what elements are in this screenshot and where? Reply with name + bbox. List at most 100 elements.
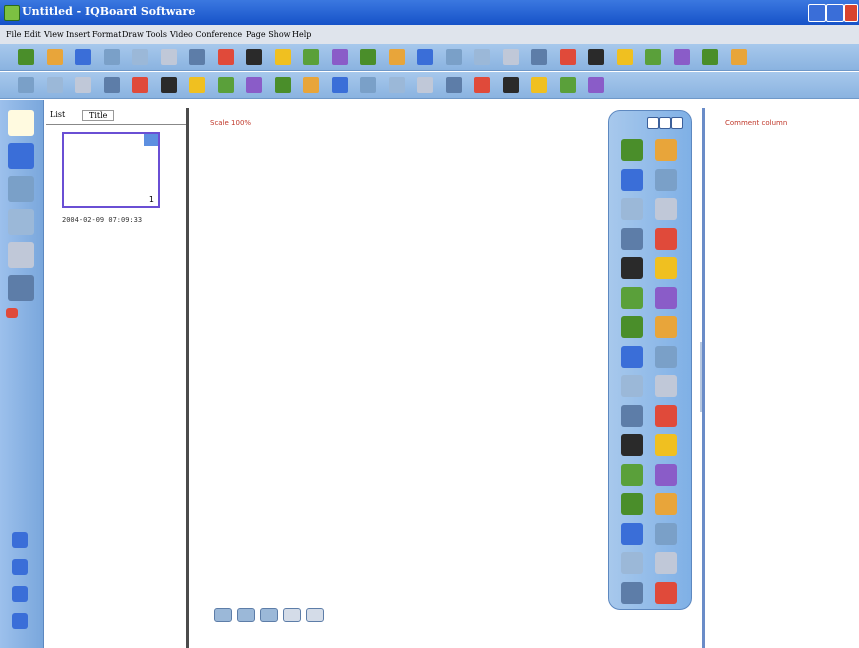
zoom-in-icon[interactable] xyxy=(246,49,262,65)
select-arrow-icon[interactable] xyxy=(621,139,643,161)
cut-icon[interactable] xyxy=(160,49,177,65)
settings-icon[interactable] xyxy=(673,49,690,65)
green-icon[interactable] xyxy=(702,49,718,65)
iq-logo-icon[interactable] xyxy=(655,581,677,604)
print-icon[interactable] xyxy=(655,522,677,545)
camera-icon[interactable] xyxy=(655,463,677,486)
exit-icon[interactable] xyxy=(730,49,747,65)
menu-file[interactable]: File xyxy=(6,30,21,39)
menu-help[interactable]: Help xyxy=(292,30,311,39)
menu-format[interactable]: Format xyxy=(92,30,121,39)
pen-gray-icon[interactable] xyxy=(621,227,643,250)
math-tool-icon[interactable] xyxy=(559,77,576,93)
black-screen-icon[interactable] xyxy=(621,493,643,515)
save-icon[interactable] xyxy=(75,49,91,65)
back-icon[interactable] xyxy=(655,493,677,515)
maximize-button[interactable] xyxy=(826,4,844,22)
record-icon[interactable] xyxy=(531,49,547,65)
bar-chart-icon[interactable] xyxy=(655,345,677,368)
back-icon[interactable] xyxy=(588,49,604,65)
pen-icon[interactable] xyxy=(502,49,519,65)
add-page-button[interactable] xyxy=(306,608,324,622)
fill-icon[interactable] xyxy=(621,404,643,427)
settings-icon[interactable] xyxy=(621,522,643,545)
next-page-button[interactable] xyxy=(260,608,278,622)
previous-page-icon[interactable] xyxy=(331,49,348,65)
previous-page-button[interactable] xyxy=(237,608,255,622)
tools-icon[interactable] xyxy=(645,49,661,65)
resource-icon[interactable] xyxy=(621,345,643,368)
screen-shot-icon[interactable] xyxy=(559,49,576,65)
signature-icon[interactable] xyxy=(588,77,604,93)
comment-column[interactable]: Comment column xyxy=(702,108,859,648)
zoom-icon[interactable] xyxy=(303,49,319,65)
pen-red-icon[interactable] xyxy=(160,77,177,93)
menu-draw[interactable]: Draw xyxy=(122,30,144,39)
screen-capture-icon[interactable] xyxy=(621,375,643,397)
disk-icon[interactable] xyxy=(621,581,643,604)
close-button[interactable] xyxy=(844,4,858,22)
magnet-icon[interactable] xyxy=(8,242,34,268)
library-icon[interactable] xyxy=(8,176,34,202)
next-page-icon[interactable] xyxy=(360,49,376,65)
fill-icon[interactable] xyxy=(531,77,547,93)
floatbar-minimize-icon[interactable] xyxy=(647,117,659,129)
shape-icon[interactable] xyxy=(331,77,348,93)
exit-icon[interactable] xyxy=(655,552,677,574)
pen-thin-icon[interactable] xyxy=(189,77,205,93)
thumbnail-menu-icon[interactable] xyxy=(144,134,158,146)
minimize-button[interactable] xyxy=(808,4,826,22)
image-icon[interactable] xyxy=(621,316,643,338)
menu-edit[interactable]: Edit xyxy=(24,30,41,39)
undo-icon[interactable] xyxy=(621,168,643,191)
text-icon[interactable] xyxy=(655,375,677,397)
menu-video-conference[interactable]: Video Conference xyxy=(170,30,242,39)
resource-icon[interactable] xyxy=(417,77,433,93)
menu-tools[interactable]: Tools xyxy=(146,30,167,39)
redo-icon[interactable] xyxy=(103,77,120,93)
first-page-button[interactable] xyxy=(214,608,232,622)
arrow-left-icon[interactable] xyxy=(6,308,18,318)
floatbar-close-icon[interactable] xyxy=(671,117,683,129)
fit-screen-icon[interactable] xyxy=(417,49,433,65)
fullscreen-icon[interactable] xyxy=(445,49,462,65)
math-tool-icon[interactable] xyxy=(655,404,677,427)
menu-insert[interactable]: Insert xyxy=(66,30,90,39)
pen-blue-icon[interactable] xyxy=(621,198,643,220)
pen-red-icon[interactable] xyxy=(655,198,677,220)
eraser-icon[interactable] xyxy=(274,77,291,93)
paste-icon[interactable] xyxy=(217,49,234,65)
last-page-button[interactable] xyxy=(283,608,301,622)
gallery-icon[interactable] xyxy=(8,209,34,235)
spotlight-icon[interactable] xyxy=(621,434,643,456)
record-icon[interactable] xyxy=(621,463,643,486)
open-folder-icon[interactable] xyxy=(46,49,63,65)
eraser-icon[interactable] xyxy=(655,257,677,279)
green-tool-icon[interactable] xyxy=(621,552,643,574)
menu-page-show[interactable]: Page Show xyxy=(246,30,291,39)
screen-capture-icon[interactable] xyxy=(474,77,490,93)
print-preview-icon[interactable] xyxy=(132,49,148,65)
pen-blue-icon[interactable] xyxy=(132,77,148,93)
new-file-icon[interactable] xyxy=(18,49,34,65)
menu-view[interactable]: View xyxy=(44,30,64,39)
brush-icon[interactable] xyxy=(621,257,643,279)
chart-icon[interactable] xyxy=(445,77,462,93)
chart-gallery-icon[interactable] xyxy=(8,275,34,301)
zoom-out-icon[interactable] xyxy=(274,49,291,65)
copy-icon[interactable] xyxy=(189,49,205,65)
line-icon[interactable] xyxy=(621,286,643,309)
graph-icon[interactable] xyxy=(12,613,28,629)
list-icon[interactable] xyxy=(12,586,28,602)
palette-icon[interactable] xyxy=(8,143,34,169)
highlighter-icon[interactable] xyxy=(655,227,677,250)
text-icon[interactable] xyxy=(502,77,519,93)
select-arrow-icon[interactable] xyxy=(18,77,34,93)
black-screen-icon[interactable] xyxy=(616,49,633,65)
person-icon[interactable] xyxy=(12,559,28,575)
line-icon[interactable] xyxy=(303,77,319,93)
tab-title[interactable]: Title xyxy=(82,110,115,121)
mouse-icon[interactable] xyxy=(655,139,677,161)
mouse-icon[interactable] xyxy=(46,77,63,93)
brush-icon[interactable] xyxy=(246,77,262,93)
